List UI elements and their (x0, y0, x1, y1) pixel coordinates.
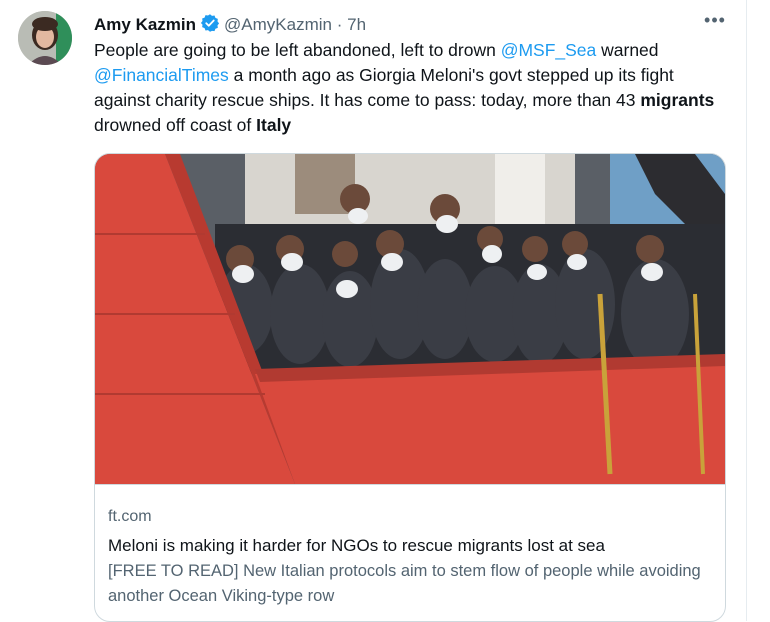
highlighted-term-migrants: migrants (640, 90, 715, 110)
card-info: ft.com Meloni is making it harder for NG… (108, 506, 718, 609)
more-options-icon[interactable]: ••• (702, 10, 728, 34)
avatar-photo (18, 11, 72, 65)
tweet-text-segment: drowned off coast of (94, 115, 257, 135)
mention-link-msf-sea[interactable]: @MSF_Sea (501, 40, 597, 60)
tweet-header: Amy Kazmin @AmyKazmin · 7h (94, 13, 366, 36)
author-name[interactable]: Amy Kazmin (94, 15, 196, 34)
tweet-text: People are going to be left abandoned, l… (94, 38, 724, 138)
tweet-text-segment: People are going to be left abandoned, l… (94, 40, 501, 60)
link-preview-card[interactable]: ft.com Meloni is making it harder for NG… (94, 153, 726, 622)
tweet-timestamp[interactable]: 7h (347, 15, 366, 34)
card-domain: ft.com (108, 508, 152, 525)
highlighted-term-italy: Italy (256, 115, 292, 135)
tweet[interactable]: Amy Kazmin @AmyKazmin · 7h ••• People are… (0, 0, 747, 622)
card-title[interactable]: Meloni is making it harder for NGOs to r… (108, 533, 718, 559)
tweet-text-segment: warned (596, 40, 659, 60)
author-avatar[interactable] (18, 11, 72, 65)
author-handle[interactable]: @AmyKazmin (224, 15, 332, 34)
separator-dot: · (336, 15, 343, 34)
card-description: [FREE TO READ] New Italian protocols aim… (108, 562, 701, 605)
card-image[interactable] (95, 154, 725, 485)
verified-badge-icon (200, 14, 220, 32)
mention-link-financialtimes[interactable]: @FinancialTimes (94, 65, 229, 85)
